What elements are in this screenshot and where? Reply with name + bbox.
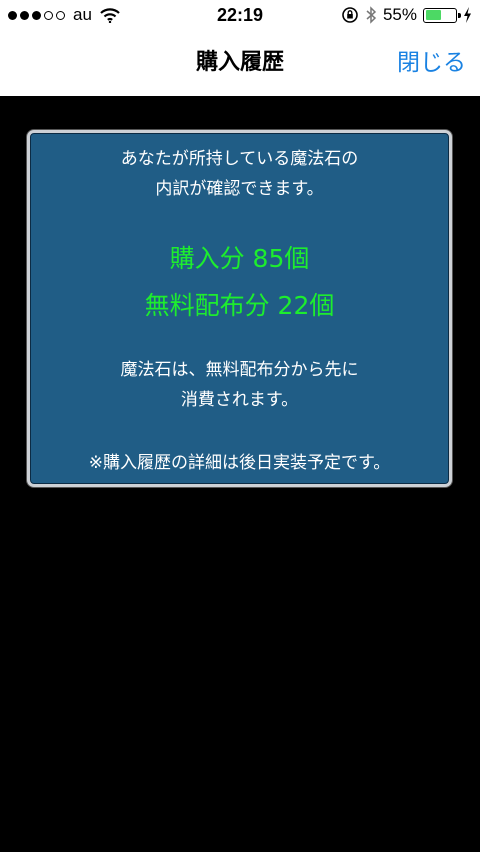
intro-line-2: 内訳が確認できます。 (155, 179, 324, 199)
battery-level (425, 10, 442, 20)
battery-cap (458, 12, 461, 18)
consumption-line-2: 消費されます。 (180, 390, 299, 410)
battery-percent: 55% (382, 5, 417, 24)
consumption-line-1: 魔法石は、無料配布分から先に (120, 360, 359, 380)
battery-icon (423, 7, 461, 23)
status-bar: au 22:19 55% (0, 0, 480, 30)
orientation-lock-icon (342, 7, 358, 23)
magic-stone-breakdown-panel: あなたが所持している魔法石の 内訳が確認できます。 購入分 85個 無料配布分 … (27, 130, 452, 487)
free-count: 無料配布分 22個 (144, 291, 335, 320)
consumption-text: 魔法石は、無料配布分から先に 消費されます。 (30, 355, 449, 415)
status-right: 55% (341, 0, 472, 30)
intro-text: あなたが所持している魔法石の 内訳が確認できます。 (30, 144, 449, 204)
implementation-note: ※購入履歴の詳細は後日実装予定です。 (88, 453, 391, 473)
bluetooth-icon (366, 6, 377, 24)
charging-bolt-icon (464, 7, 471, 23)
purchased-count: 購入分 85個 (169, 244, 310, 273)
intro-line-1: あなたが所持している魔法石の (120, 149, 359, 169)
navigation-bar: 購入履歴 閉じる (0, 30, 480, 96)
close-button[interactable]: 閉じる (397, 30, 466, 96)
